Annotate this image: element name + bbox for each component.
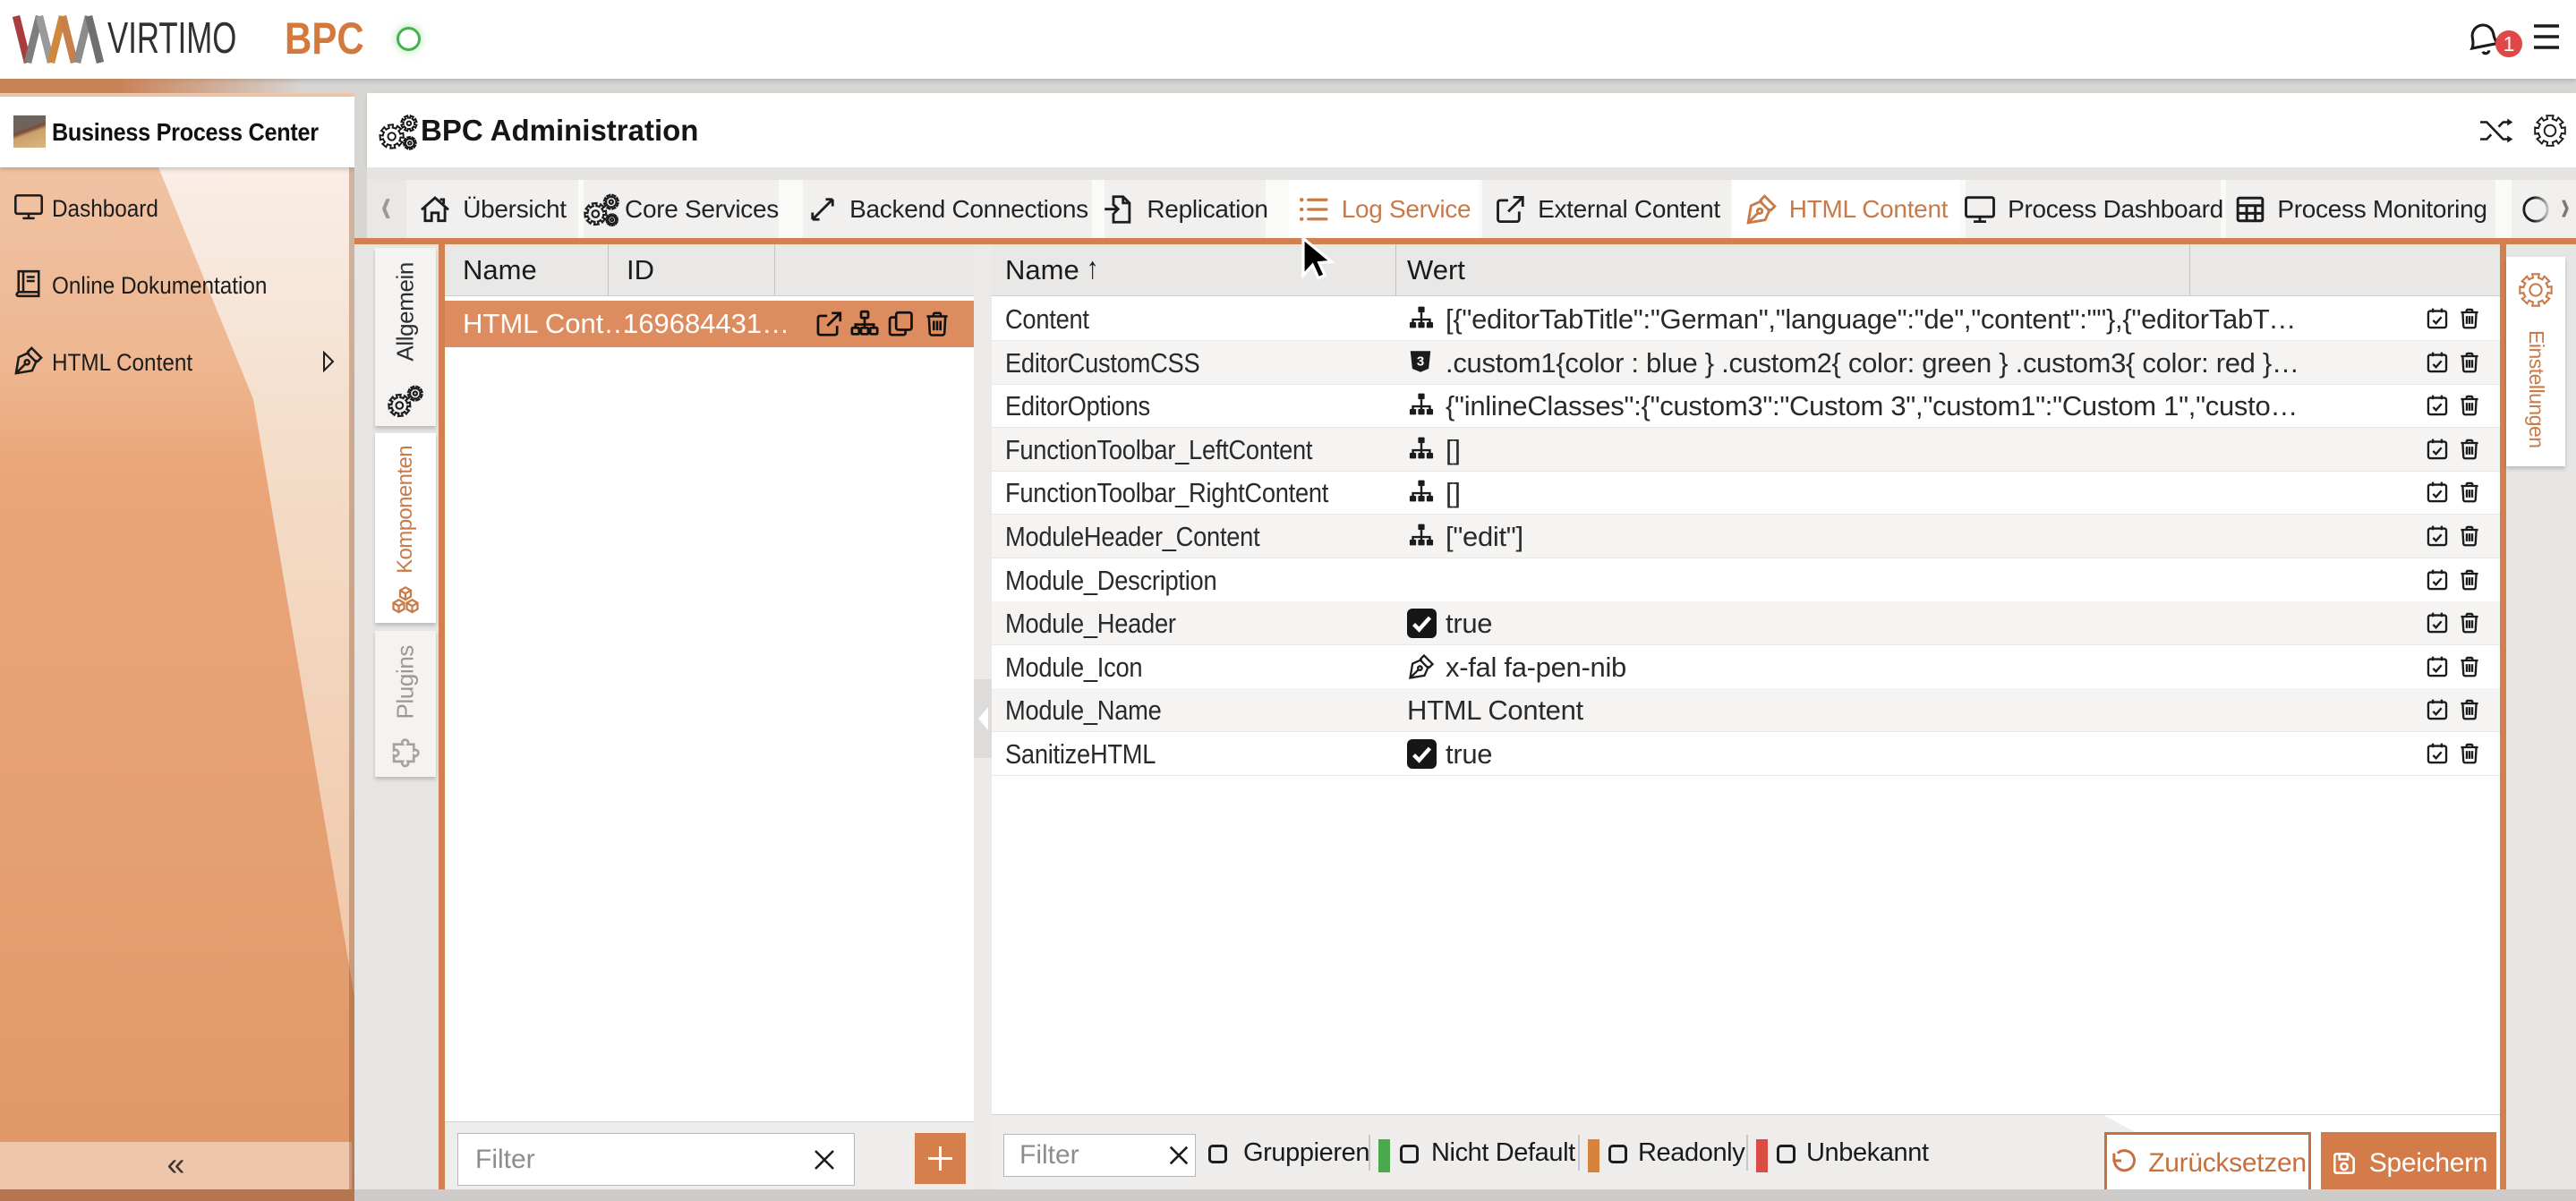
svg-text:3: 3 [1417,353,1424,369]
